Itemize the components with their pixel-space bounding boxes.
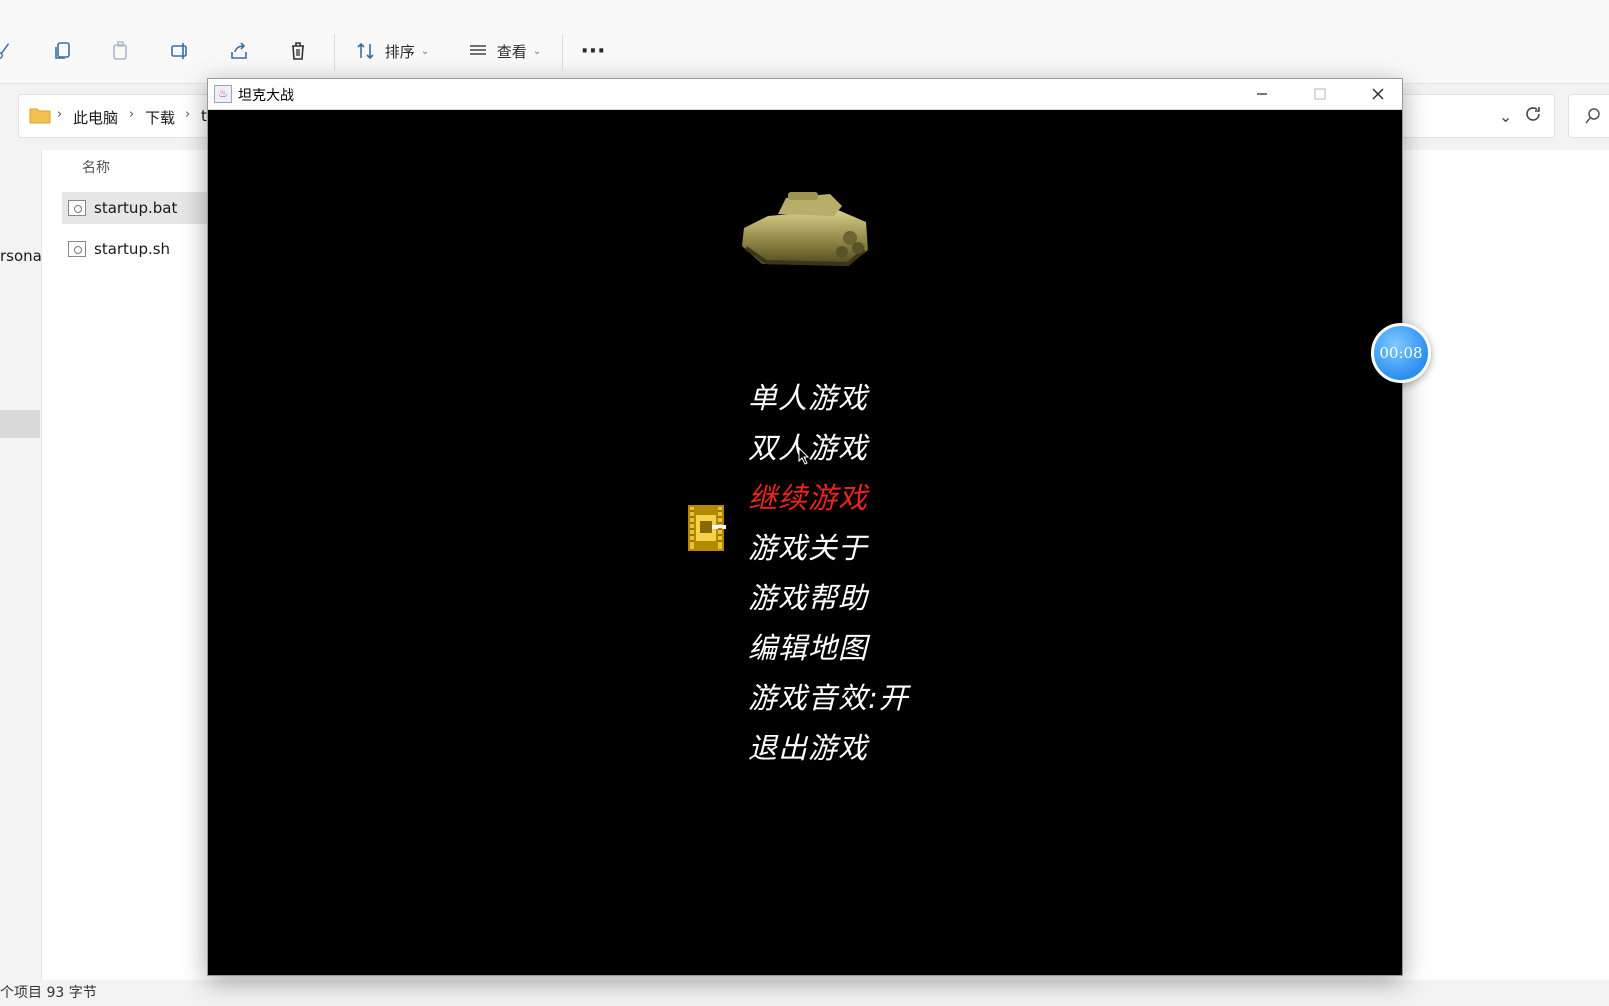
sort-button[interactable]: 排序 ⌄ [352,34,432,68]
status-text: 个项目 93 字节 [0,985,97,1001]
explorer-toolbar: 排序 ⌄ 查看 ⌄ ··· [0,0,1609,84]
mouse-pointer-icon [798,447,810,465]
file-name: startup.sh [94,240,171,258]
recording-timer-badge[interactable]: 00:08 [1371,323,1431,383]
game-canvas[interactable]: 单人游戏 双人游戏 继续游戏 游戏关于 游戏帮助 编辑地图 游戏音效:开 退出游… [208,110,1402,975]
minimize-button[interactable] [1239,79,1285,109]
game-window: ♨ 坦克大战 单人游戏 双人游戏 继续游戏 游戏关于 游戏帮助 编辑地图 游戏音… [207,78,1403,976]
nav-item-selected[interactable] [0,410,40,438]
close-icon [1372,88,1384,100]
file-row-startup-bat[interactable]: startup.bat [62,192,222,224]
script-file-icon [68,200,86,216]
maximize-button[interactable] [1297,79,1343,109]
breadcrumb-current[interactable]: t [201,107,207,125]
breadcrumb-downloads[interactable]: 下载 [145,107,175,128]
view-button[interactable]: 查看 ⌄ [464,34,544,68]
menu-sound-toggle[interactable]: 游戏音效:开 [748,675,909,717]
breadcrumb-separator: › [129,107,135,122]
timer-text: 00:08 [1379,344,1423,362]
minimize-icon [1257,93,1267,95]
menu-single-player[interactable]: 单人游戏 [748,375,868,417]
cut-icon[interactable] [0,34,14,68]
nav-item-personal[interactable]: rsona [0,247,42,265]
script-file-icon [68,241,86,257]
file-name: startup.bat [94,199,178,217]
sort-label: 排序 [384,42,415,61]
sort-icon [357,42,374,60]
navigation-pane [0,150,42,980]
menu-exit-game[interactable]: 退出游戏 [748,725,868,767]
breadcrumb-this-pc[interactable]: 此电脑 [73,107,118,128]
delete-icon[interactable] [283,34,313,68]
menu-help[interactable]: 游戏帮助 [748,575,868,617]
breadcrumb-separator: › [57,107,63,122]
view-icon [469,45,486,55]
status-bar: 个项目 93 字节 [0,980,1609,1006]
folder-icon [29,108,51,124]
toolbar-divider [334,34,335,70]
file-row-startup-sh[interactable]: startup.sh [62,233,222,265]
more-options-button[interactable]: ··· [578,34,608,68]
chevron-down-icon: ⌄ [420,45,430,57]
close-button[interactable] [1355,79,1401,109]
share-icon[interactable] [224,34,254,68]
java-app-icon: ♨ [214,85,232,103]
menu-edit-map[interactable]: 编辑地图 [748,625,868,667]
copy-icon[interactable] [48,34,78,68]
chevron-down-icon: ⌄ [532,45,542,57]
menu-about[interactable]: 游戏关于 [748,525,868,567]
tank-logo-image [742,192,868,267]
rename-icon[interactable] [165,34,195,68]
title-bar[interactable]: ♨ 坦克大战 [208,79,1402,110]
paste-icon[interactable] [106,34,136,68]
selection-tank-icon [688,505,726,551]
toolbar-divider [562,34,563,70]
refresh-icon[interactable] [1522,103,1544,125]
search-input[interactable] [1568,94,1609,138]
breadcrumb-separator: › [185,107,191,122]
window-title: 坦克大战 [238,88,294,104]
address-dropdown-icon[interactable]: ⌄ [1499,107,1512,126]
column-header-name[interactable]: 名称 [82,157,110,177]
maximize-icon [1314,88,1326,100]
view-label: 查看 [496,42,527,61]
search-icon [1585,108,1600,124]
menu-continue-game[interactable]: 继续游戏 [748,475,868,517]
